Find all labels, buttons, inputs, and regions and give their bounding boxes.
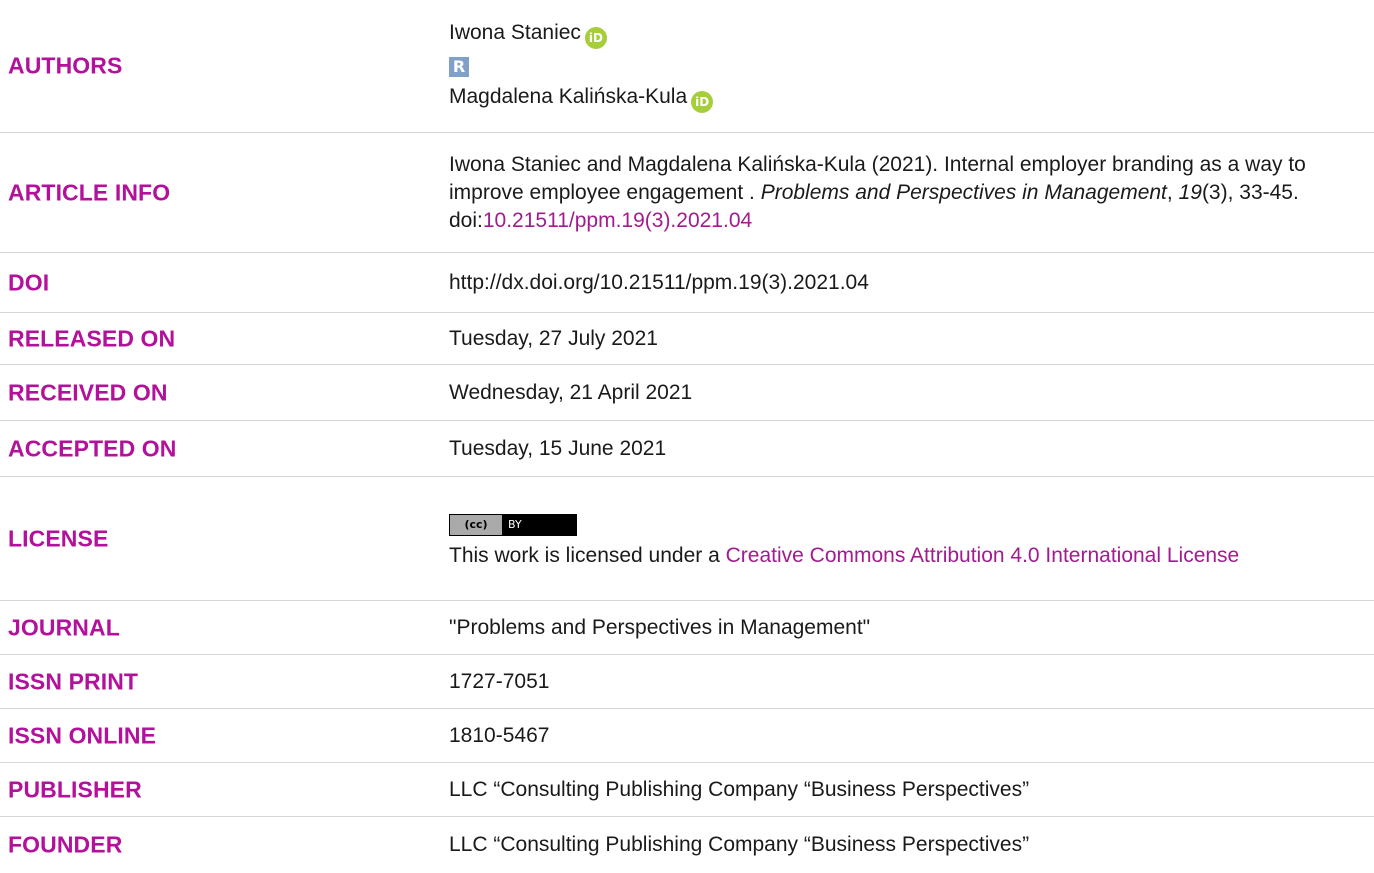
author-item: R xyxy=(449,52,1349,80)
row-received-on: RECEIVED ON Wednesday, 21 April 2021 xyxy=(0,364,1374,420)
issn-online-value: 1810-5467 xyxy=(449,723,550,747)
row-founder: FOUNDER LLC “Consulting Publishing Compa… xyxy=(0,816,1374,873)
cc-by-badge[interactable]: (cc) BY xyxy=(449,513,577,536)
citation-doi-link[interactable]: 10.21511/ppm.19(3).2021.04 xyxy=(483,209,752,232)
founder-value: LLC “Consulting Publishing Company “Busi… xyxy=(449,833,1030,856)
row-issn-print: ISSN PRINT 1727-7051 xyxy=(0,654,1374,708)
author-item: Iwona Staniec iD xyxy=(449,19,1349,49)
article-info-label: ARTICLE INFO xyxy=(8,179,171,205)
license-badge-wrap: (cc) BY xyxy=(449,508,1329,536)
journal-value: "Problems and Perspectives in Management… xyxy=(449,615,871,639)
article-metadata-sheet: AUTHORS Iwona Staniec iD R Magdalena Kali… xyxy=(0,0,1374,873)
orcid-icon[interactable]: iD xyxy=(691,91,714,113)
row-issn-online: ISSN ONLINE 1810-5467 xyxy=(0,708,1374,762)
by-text: BY xyxy=(508,517,522,531)
released-label: RELEASED ON xyxy=(8,325,176,351)
issn-print-value: 1727-7051 xyxy=(449,669,550,693)
license-value: (cc) BY This work is licensed under a Cr… xyxy=(449,508,1329,570)
article-info-citation: Iwona Staniec and Magdalena Kalińska-Kul… xyxy=(449,151,1329,235)
citation-volume: 19 xyxy=(1178,180,1202,204)
license-link[interactable]: Creative Commons Attribution 4.0 Interna… xyxy=(726,544,1240,567)
row-doi: DOI http://dx.doi.org/10.21511/ppm.19(3)… xyxy=(0,252,1374,312)
citation-journal: Problems and Perspectives in Management xyxy=(760,180,1167,204)
license-label: LICENSE xyxy=(8,525,109,551)
received-value: Wednesday, 21 April 2021 xyxy=(449,380,693,404)
orcid-icon[interactable]: iD xyxy=(584,27,607,49)
author-item: Magdalena Kalińska-Kula iD xyxy=(449,83,1349,113)
cc-icon: (cc) xyxy=(450,514,502,535)
row-authors: AUTHORS Iwona Staniec iD R Magdalena Kali… xyxy=(0,0,1374,132)
received-label: RECEIVED ON xyxy=(8,379,168,405)
row-accepted-on: ACCEPTED ON Tuesday, 15 June 2021 xyxy=(0,420,1374,476)
issn-print-label: ISSN PRINT xyxy=(8,668,139,694)
author-link[interactable]: Iwona Staniec xyxy=(449,21,581,44)
doi-label: DOI xyxy=(8,269,50,295)
row-publisher: PUBLISHER LLC “Consulting Publishing Com… xyxy=(0,762,1374,816)
publisher-label: PUBLISHER xyxy=(8,776,142,802)
license-text: This work is licensed under a xyxy=(449,543,726,567)
row-license: LICENSE (cc) BY This work is licensed un… xyxy=(0,476,1374,600)
row-article-info: ARTICLE INFO Iwona Staniec and Magdalena… xyxy=(0,132,1374,252)
founder-label: FOUNDER xyxy=(8,831,123,858)
researcherid-icon[interactable]: R xyxy=(449,57,469,77)
row-released-on: RELEASED ON Tuesday, 27 July 2021 xyxy=(0,312,1374,364)
authors-list: Iwona Staniec iD R Magdalena Kalińska-Kul… xyxy=(449,19,1349,113)
publisher-value: LLC “Consulting Publishing Company “Busi… xyxy=(449,777,1030,801)
doi-value: http://dx.doi.org/10.21511/ppm.19(3).202… xyxy=(449,270,869,294)
authors-label: AUTHORS xyxy=(8,52,123,79)
released-value: Tuesday, 27 July 2021 xyxy=(449,326,658,350)
accepted-value: Tuesday, 15 June 2021 xyxy=(449,436,667,460)
citation-separator: , xyxy=(1166,180,1179,204)
author-link[interactable]: Magdalena Kalińska-Kula xyxy=(449,85,687,108)
issn-online-label: ISSN ONLINE xyxy=(8,722,157,748)
accepted-label: ACCEPTED ON xyxy=(8,435,177,461)
row-journal: JOURNAL "Problems and Perspectives in Ma… xyxy=(0,600,1374,654)
journal-label: JOURNAL xyxy=(8,614,120,640)
